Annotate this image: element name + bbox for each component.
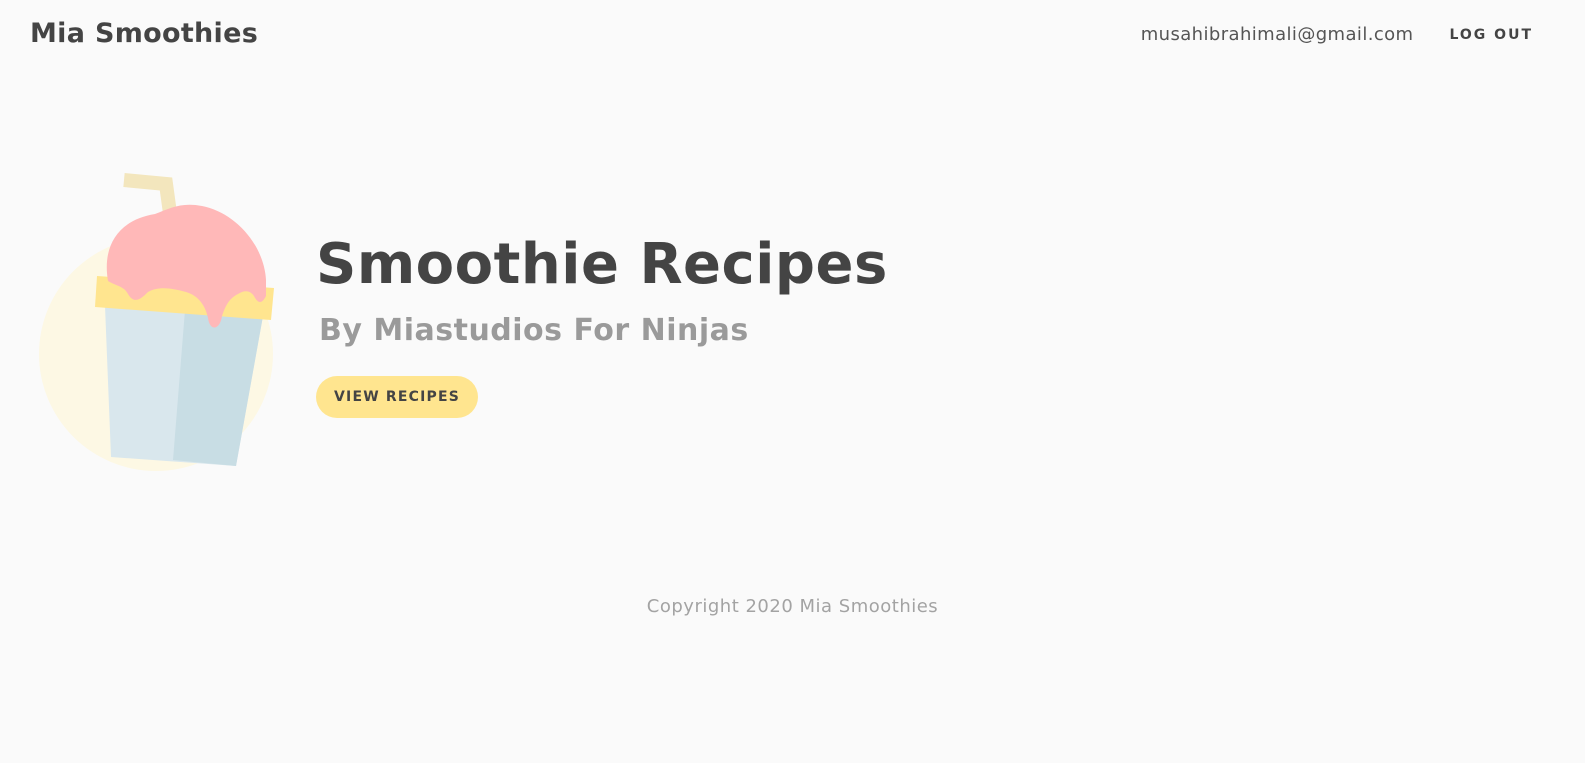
logout-button[interactable]: LOG OUT <box>1449 27 1533 43</box>
hero-section: Smoothie Recipes By Miastudios For Ninja… <box>316 232 888 418</box>
user-email: musahibrahimali@gmail.com <box>1140 24 1414 45</box>
smoothie-cup-icon <box>30 168 280 473</box>
view-recipes-button[interactable]: VIEW RECIPES <box>316 376 479 418</box>
page-title: Smoothie Recipes <box>316 232 888 297</box>
cup-shadow-shape <box>173 310 263 466</box>
footer-copyright: Copyright 2020 Mia Smoothies <box>646 596 939 617</box>
nav-links: musahibrahimali@gmail.com LOG OUT <box>1141 24 1585 45</box>
brand-logo-link[interactable]: Mia Smoothies <box>30 18 258 49</box>
navbar: Mia Smoothies musahibrahimali@gmail.com … <box>0 0 1585 76</box>
page-subtitle: By Miastudios For Ninjas <box>319 313 749 348</box>
